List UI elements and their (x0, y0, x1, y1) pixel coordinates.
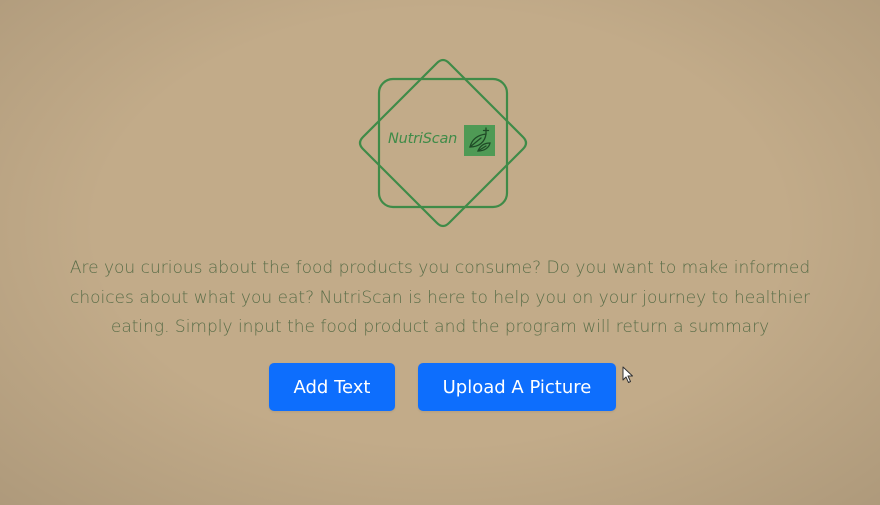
nutriscan-logo: NutriScan (357, 57, 529, 229)
mouse-pointer-icon (622, 366, 634, 389)
intro-description: Are you curious about the food products … (69, 258, 811, 337)
leaf-scan-icon (464, 125, 495, 156)
upload-picture-button[interactable]: Upload A Picture (418, 363, 616, 411)
add-text-button[interactable]: Add Text (269, 363, 395, 411)
logo-wordmark: NutriScan (388, 131, 458, 147)
